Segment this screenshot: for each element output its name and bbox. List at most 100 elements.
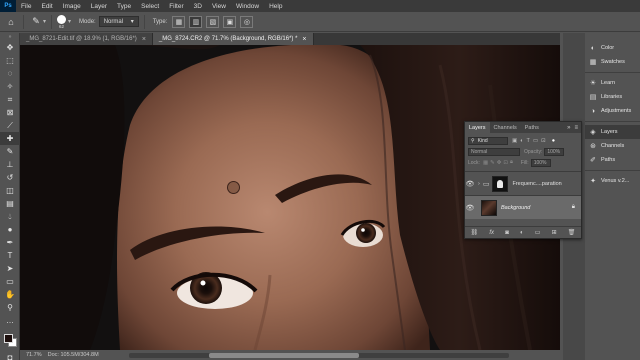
- filter-adjustment-icon[interactable]: ◐: [520, 138, 523, 144]
- panel-adjustments[interactable]: ◑ Adjustments: [585, 104, 640, 118]
- dodge-tool-icon[interactable]: ●: [0, 223, 20, 236]
- menu-file[interactable]: File: [16, 3, 36, 10]
- mask-icon[interactable]: ◙: [505, 230, 509, 236]
- more-tools-icon[interactable]: …: [0, 314, 20, 327]
- home-icon[interactable]: ⌂: [4, 15, 18, 29]
- blend-mode-select[interactable]: Normal: [468, 147, 520, 156]
- panel-channels[interactable]: ⊛ Channels: [585, 139, 640, 153]
- gradient-tool-icon[interactable]: ▤: [0, 197, 20, 210]
- pressure-size-button[interactable]: ◎: [240, 15, 254, 28]
- menu-layer[interactable]: Layer: [86, 3, 112, 10]
- chevron-right-icon[interactable]: ›: [478, 181, 480, 187]
- lasso-tool-icon[interactable]: ◌: [0, 67, 20, 80]
- fill-input[interactable]: 100%: [530, 158, 551, 167]
- eraser-tool-icon[interactable]: ◫: [0, 184, 20, 197]
- spot-healing-tool-icon[interactable]: ✚: [0, 132, 20, 145]
- new-layer-icon[interactable]: ⊞: [552, 229, 557, 236]
- color-swatches[interactable]: [0, 331, 19, 351]
- adjustment-icon[interactable]: ◐: [520, 230, 524, 236]
- filter-smart-object-icon[interactable]: ⊡: [541, 138, 546, 144]
- filter-kind-select[interactable]: ⚲ Kind: [468, 136, 508, 145]
- panel-swatches[interactable]: ▦ Swatches: [585, 55, 640, 69]
- brush-tool-icon[interactable]: ✎: [0, 145, 20, 158]
- tab-document-2[interactable]: _MG_8724.CR2 @ 71.7% (Background, RGB/16…: [152, 33, 314, 45]
- scrollbar-thumb[interactable]: [208, 352, 359, 358]
- panel-paths[interactable]: ✐ Paths: [585, 153, 640, 167]
- marquee-tool-icon[interactable]: ⬚: [0, 54, 20, 67]
- lock-artboard-icon[interactable]: ⊡: [503, 160, 508, 166]
- tab-paths[interactable]: Paths: [521, 122, 543, 133]
- menu-image[interactable]: Image: [58, 3, 86, 10]
- tab-channels[interactable]: Channels: [490, 122, 521, 133]
- blur-tool-icon[interactable]: 💧︎: [0, 210, 20, 223]
- create-texture-button[interactable]: ▧: [206, 15, 220, 28]
- move-tool-icon[interactable]: ✥: [0, 41, 20, 54]
- layer-row-group[interactable]: 👁︎ › ▭ Frequenc....paration: [465, 171, 581, 195]
- panel-venus[interactable]: ✦ Venus v.2...: [585, 174, 640, 188]
- eye-icon[interactable]: 👁︎: [465, 180, 475, 188]
- mode-select[interactable]: Normal ▾: [98, 16, 139, 27]
- collapse-icon[interactable]: »: [567, 125, 570, 131]
- fill-label: Fill:: [520, 159, 529, 166]
- filter-toggle-icon[interactable]: ●: [552, 138, 555, 144]
- history-brush-tool-icon[interactable]: ↺: [0, 171, 20, 184]
- menu-3d[interactable]: 3D: [189, 3, 207, 10]
- collapse-toolbar-icon[interactable]: »: [0, 33, 20, 41]
- tool-preset-dropdown-icon[interactable]: ▾: [43, 18, 46, 25]
- panel-menu-icon[interactable]: ≡: [574, 125, 578, 131]
- spot-healing-brush-icon[interactable]: ✎: [29, 15, 43, 29]
- layer-row-background[interactable]: 👁︎ Background 🔒︎: [465, 195, 581, 219]
- lock-paint-icon[interactable]: ✎: [490, 160, 495, 166]
- zoom-level[interactable]: 71.7%: [26, 352, 42, 358]
- brush-picker[interactable]: 62: [57, 14, 67, 29]
- menu-edit[interactable]: Edit: [36, 3, 57, 10]
- trash-icon[interactable]: 🗑︎: [568, 229, 576, 236]
- close-icon[interactable]: ×: [142, 36, 146, 43]
- horizontal-scrollbar[interactable]: [128, 352, 509, 358]
- proximity-match-button[interactable]: ▦: [172, 15, 186, 28]
- lock-all-icon[interactable]: 🔒︎: [510, 159, 513, 166]
- panel-color[interactable]: ◐ Color: [585, 41, 640, 55]
- crop-tool-icon[interactable]: ⌗: [0, 93, 20, 106]
- menu-select[interactable]: Select: [136, 3, 164, 10]
- close-icon[interactable]: ×: [302, 36, 306, 43]
- clone-stamp-tool-icon[interactable]: ⊥: [0, 158, 20, 171]
- path-select-tool-icon[interactable]: ➤: [0, 262, 20, 275]
- hand-tool-icon[interactable]: ✋: [0, 288, 20, 301]
- tab-document-1[interactable]: _MG_8721-Edit.tif @ 18.9% (1, RGB/16*) ×: [20, 33, 153, 45]
- menu-view[interactable]: View: [207, 3, 231, 10]
- panel-libraries[interactable]: ▤ Libraries: [585, 90, 640, 104]
- type-label: Type:: [152, 18, 168, 25]
- panel-learn[interactable]: ☀ Learn: [585, 76, 640, 90]
- menu-window[interactable]: Window: [231, 3, 264, 10]
- content-aware-button[interactable]: ▥: [189, 15, 203, 28]
- menu-type[interactable]: Type: [112, 3, 136, 10]
- layer-name[interactable]: Background: [501, 205, 530, 211]
- menu-filter[interactable]: Filter: [164, 3, 188, 10]
- quick-mask-icon[interactable]: ◘: [0, 351, 20, 360]
- filter-type-icon[interactable]: T: [527, 138, 530, 144]
- eye-icon[interactable]: 👁︎: [465, 204, 475, 212]
- lock-position-icon[interactable]: ✥: [497, 160, 502, 166]
- zoom-tool-icon[interactable]: ⚲: [0, 301, 20, 314]
- shape-tool-icon[interactable]: ▭: [0, 275, 20, 288]
- lock-pixels-icon[interactable]: ▦: [483, 160, 488, 166]
- filter-shape-icon[interactable]: ▭: [533, 138, 538, 144]
- foreground-color-swatch[interactable]: [4, 334, 13, 343]
- filter-pixel-icon[interactable]: ▣: [512, 138, 517, 144]
- link-icon[interactable]: ⛓︎: [471, 229, 479, 236]
- layer-name[interactable]: Frequenc....paration: [512, 181, 561, 187]
- folder-icon[interactable]: ▭: [535, 229, 541, 236]
- panel-layers[interactable]: ◈ Layers: [585, 125, 640, 139]
- pen-tool-icon[interactable]: ✒: [0, 236, 20, 249]
- sample-all-layers-button[interactable]: ▣: [223, 15, 237, 28]
- menu-help[interactable]: Help: [264, 3, 287, 10]
- tab-layers[interactable]: Layers: [465, 122, 490, 133]
- eyedropper-tool-icon[interactable]: ⟋: [0, 119, 20, 132]
- type-tool-icon[interactable]: T: [0, 249, 20, 262]
- quick-select-tool-icon[interactable]: ✧: [0, 80, 20, 93]
- brush-dropdown-icon[interactable]: ▾: [68, 18, 71, 25]
- fx-icon[interactable]: fx: [489, 230, 494, 236]
- opacity-input[interactable]: 100%: [544, 147, 565, 156]
- frame-tool-icon[interactable]: ⊠: [0, 106, 20, 119]
